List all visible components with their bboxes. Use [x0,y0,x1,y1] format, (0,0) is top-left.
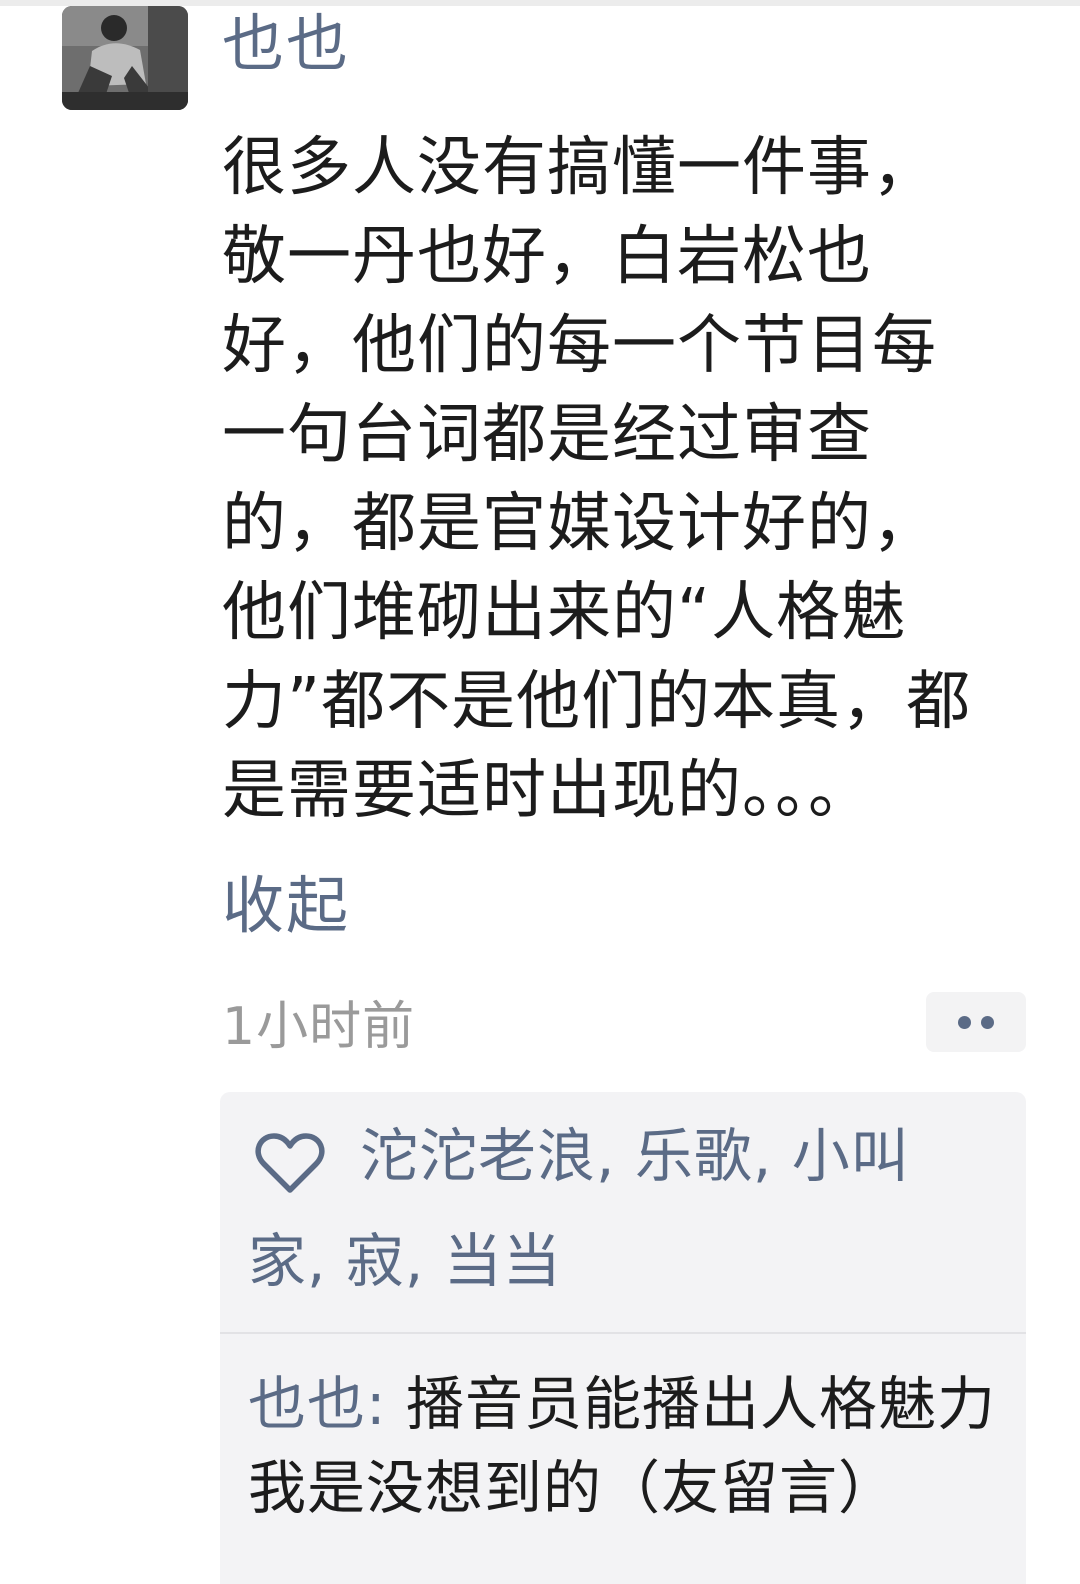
interaction-panel: 沱沱老浪, 乐歌, 小叫家, 寂, 当当 也也: 播音员能播出人格魅力 我是没想… [220,1092,1026,1584]
likes-row: 沱沱老浪, 乐歌, 小叫家, 寂, 当当 [248,1122,948,1314]
collapse-link[interactable]: 收起 [222,866,350,946]
likes-names[interactable]: 沱沱老浪, 乐歌, 小叫家, 寂, 当当 [248,1104,948,1314]
comment-text: 我是没想到的（友留言） [248,1454,898,1522]
comment-item[interactable]: 也也: 播音员能播出人格魅力 我是没想到的（友留言） [248,1362,1018,1530]
post-body-line: 一句台词都是经过审查 [222,398,872,472]
avatar[interactable] [62,6,188,110]
more-dots-icon [981,1015,994,1029]
post-body-line: 很多人没有搞懂一件事， [222,131,937,205]
post-body-line: 他们堆砌出来的“人格魅 [222,576,907,650]
post-body: 很多人没有搞懂一件事， 敬一丹也好，白岩松也 好，他们的每一个节目每 一句台词都… [222,124,1042,836]
comment-line: 也也: 播音员能播出人格魅力 [248,1362,1018,1446]
post-body-line: 好，他们的每一个节目每 [222,309,937,383]
comment-separator: : [366,1370,406,1438]
more-dots-icon [958,1015,971,1029]
post-author-name[interactable]: 也也 [222,4,350,84]
post-body-line: 是需要适时出现的。。。 [222,754,873,828]
avatar-image [62,6,188,110]
post-body-line: 的，都是官媒设计好的， [222,487,937,561]
post-timestamp: 1小时前 [222,997,416,1057]
heart-icon [255,1133,325,1193]
post-body-line: 力”都不是他们的本真，都 [222,665,972,739]
comment-line: 我是没想到的（友留言） [248,1446,1018,1530]
panel-divider [220,1332,1026,1334]
comment-author[interactable]: 也也 [248,1370,366,1438]
post-body-line: 敬一丹也好，白岩松也 [222,220,872,294]
comment-text: 播音员能播出人格魅力 [406,1370,997,1438]
more-actions-button[interactable] [926,992,1026,1052]
